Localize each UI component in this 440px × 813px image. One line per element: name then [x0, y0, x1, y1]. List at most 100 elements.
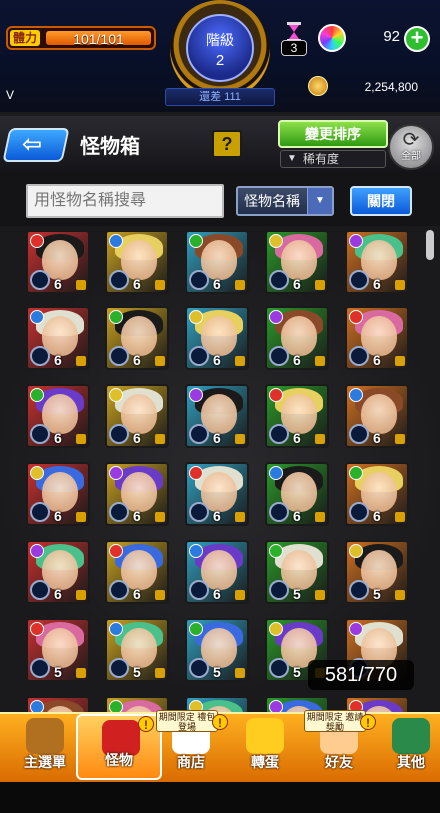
monster-card[interactable]: 6 — [265, 306, 329, 370]
search-type-select[interactable]: 怪物名稱 ▼ — [236, 186, 334, 216]
coin-icon — [308, 76, 328, 96]
monster-card[interactable]: 6 — [26, 306, 90, 370]
ability-badge-icon — [109, 424, 129, 444]
lock-icon — [235, 590, 245, 600]
lock-icon — [155, 668, 165, 678]
monster-card[interactable]: 6 — [265, 230, 329, 294]
monster-card[interactable]: 5 — [105, 618, 169, 682]
ability-badge-icon — [30, 502, 50, 522]
lock-icon — [315, 512, 325, 522]
element-icon — [269, 466, 283, 480]
lock-icon — [315, 280, 325, 290]
hourglass-icon[interactable]: 3 — [279, 22, 309, 56]
page-title: 怪物箱 — [80, 136, 140, 158]
monster-card[interactable]: 6 — [105, 230, 169, 294]
stamina-value: 101/101 — [73, 31, 124, 47]
lock-icon — [76, 668, 86, 678]
monster-card[interactable]: 6 — [345, 384, 409, 448]
lock-icon — [155, 356, 165, 366]
monster-level: 6 — [373, 276, 381, 292]
hourglass-count: 3 — [281, 40, 307, 56]
search-input[interactable] — [26, 184, 224, 218]
monster-card[interactable]: 6 — [345, 462, 409, 526]
monster-card[interactable]: 6 — [26, 230, 90, 294]
monster-card[interactable] — [26, 696, 90, 712]
monster-card[interactable]: 6 — [345, 306, 409, 370]
close-search-button[interactable]: 關閉 — [350, 186, 412, 216]
monster-card[interactable]: 6 — [185, 230, 249, 294]
monster-card[interactable]: 6 — [26, 540, 90, 604]
ability-badge-icon — [30, 580, 50, 600]
all-toggle-button[interactable]: ⟳ 全部 — [388, 124, 434, 170]
monster-card[interactable]: 6 — [105, 384, 169, 448]
ability-badge-icon — [109, 658, 129, 678]
monster-card[interactable]: 6 — [26, 384, 90, 448]
monster-card[interactable]: 6 — [185, 462, 249, 526]
back-arrow-icon: ⇦ — [22, 131, 43, 158]
nav-other[interactable]: 其他 — [368, 714, 440, 780]
help-button[interactable]: ? — [212, 130, 242, 158]
monster-card[interactable]: 5 — [265, 540, 329, 604]
limited-tag: 期間限定 邀請獎勵 — [304, 710, 366, 732]
ability-badge-icon — [349, 502, 369, 522]
lock-icon — [315, 356, 325, 366]
plus-icon[interactable]: + — [404, 26, 430, 52]
rank-badge[interactable]: 階級 2 — [186, 14, 254, 82]
all-label: 全部 — [401, 151, 421, 162]
monster-level: 6 — [293, 276, 301, 292]
ability-badge-icon — [269, 424, 289, 444]
lock-icon — [76, 434, 86, 444]
element-icon — [189, 310, 203, 324]
element-icon — [109, 544, 123, 558]
monster-card[interactable]: 6 — [265, 462, 329, 526]
element-icon — [349, 544, 363, 558]
monster-level: 6 — [133, 430, 141, 446]
ability-badge-icon — [109, 270, 129, 290]
monster-card[interactable]: 5 — [345, 540, 409, 604]
element-icon — [269, 388, 283, 402]
monster-level: 6 — [213, 430, 221, 446]
scrollbar[interactable] — [426, 230, 434, 260]
monster-level: 5 — [133, 664, 141, 680]
search-type-value: 怪物名稱 — [244, 193, 300, 209]
sort-order-indicator[interactable]: ▼ 稀有度 — [280, 150, 386, 168]
ability-badge-icon — [189, 424, 209, 444]
lock-icon — [395, 280, 405, 290]
monster-card[interactable]: 6 — [345, 230, 409, 294]
monster-level: 6 — [213, 352, 221, 368]
rank-number: 2 — [215, 52, 225, 69]
element-icon — [269, 310, 283, 324]
lock-icon — [155, 280, 165, 290]
element-icon — [109, 622, 123, 636]
monster-card[interactable]: 6 — [26, 462, 90, 526]
monster-card[interactable]: 6 — [185, 306, 249, 370]
back-button[interactable]: ⇦ — [2, 128, 70, 162]
monster-card[interactable]: 5 — [26, 618, 90, 682]
lock-icon — [76, 356, 86, 366]
lock-icon — [235, 512, 245, 522]
change-sort-button[interactable]: 變更排序 — [278, 120, 388, 148]
monster-card[interactable]: 6 — [105, 540, 169, 604]
lock-icon — [235, 356, 245, 366]
lock-icon — [76, 280, 86, 290]
monster-card[interactable]: 5 — [185, 618, 249, 682]
stamina-tag: 體力 — [10, 30, 41, 46]
filter-icon: ▼ — [287, 153, 297, 164]
rank-gap: 還差 111 — [165, 88, 275, 106]
monster-card[interactable]: 6 — [185, 540, 249, 604]
monster-card[interactable]: 6 — [265, 384, 329, 448]
ability-badge-icon — [269, 502, 289, 522]
element-icon — [269, 544, 283, 558]
lock-icon — [235, 434, 245, 444]
main-menu-icon — [26, 718, 64, 754]
monster-card[interactable]: 6 — [105, 462, 169, 526]
monster-level: 6 — [54, 586, 62, 602]
element-icon — [109, 234, 123, 248]
monster-card[interactable]: 6 — [105, 306, 169, 370]
monster-level: 6 — [133, 586, 141, 602]
lock-icon — [76, 512, 86, 522]
rank-label: 階級 — [206, 32, 234, 48]
monster-level: 5 — [54, 664, 62, 680]
monster-card[interactable]: 6 — [185, 384, 249, 448]
element-icon — [109, 310, 123, 324]
